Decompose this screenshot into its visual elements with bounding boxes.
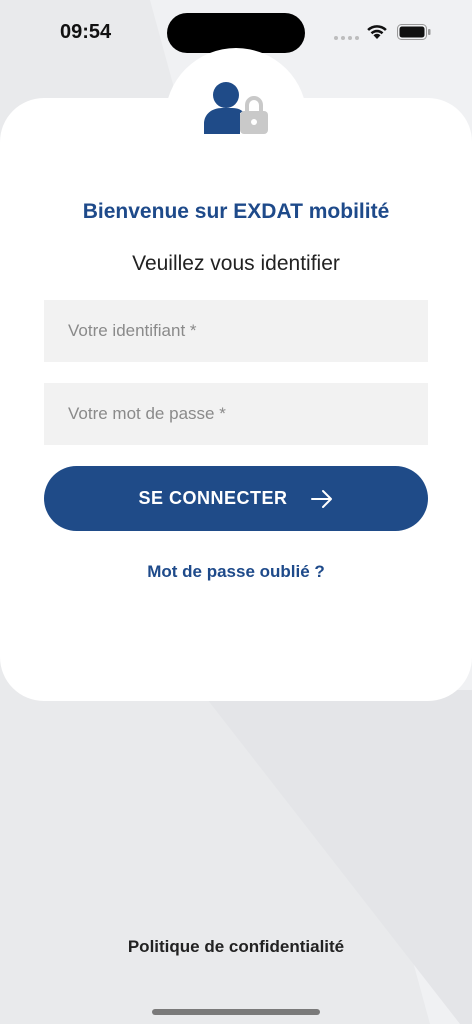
privacy-policy-link[interactable]: Politique de confidentialité <box>0 937 472 957</box>
connect-button[interactable]: SE CONNECTER <box>44 466 428 531</box>
wifi-icon <box>367 25 387 39</box>
forgot-password-link[interactable]: Mot de passe oublié ? <box>0 562 472 582</box>
connect-button-label: SE CONNECTER <box>138 488 288 508</box>
battery-icon <box>397 24 431 40</box>
username-input[interactable] <box>44 300 428 362</box>
home-indicator <box>152 1009 320 1015</box>
user-lock-icon <box>204 82 268 134</box>
login-subtitle: Veuillez vous identifier <box>132 252 340 275</box>
status-time: 09:54 <box>60 21 112 43</box>
welcome-title: Bienvenue sur EXDAT mobilité <box>82 200 390 223</box>
dynamic-island <box>167 13 305 53</box>
password-input[interactable] <box>44 383 428 445</box>
cellular-signal-icon <box>334 36 359 40</box>
arrow-right-icon <box>310 489 332 508</box>
